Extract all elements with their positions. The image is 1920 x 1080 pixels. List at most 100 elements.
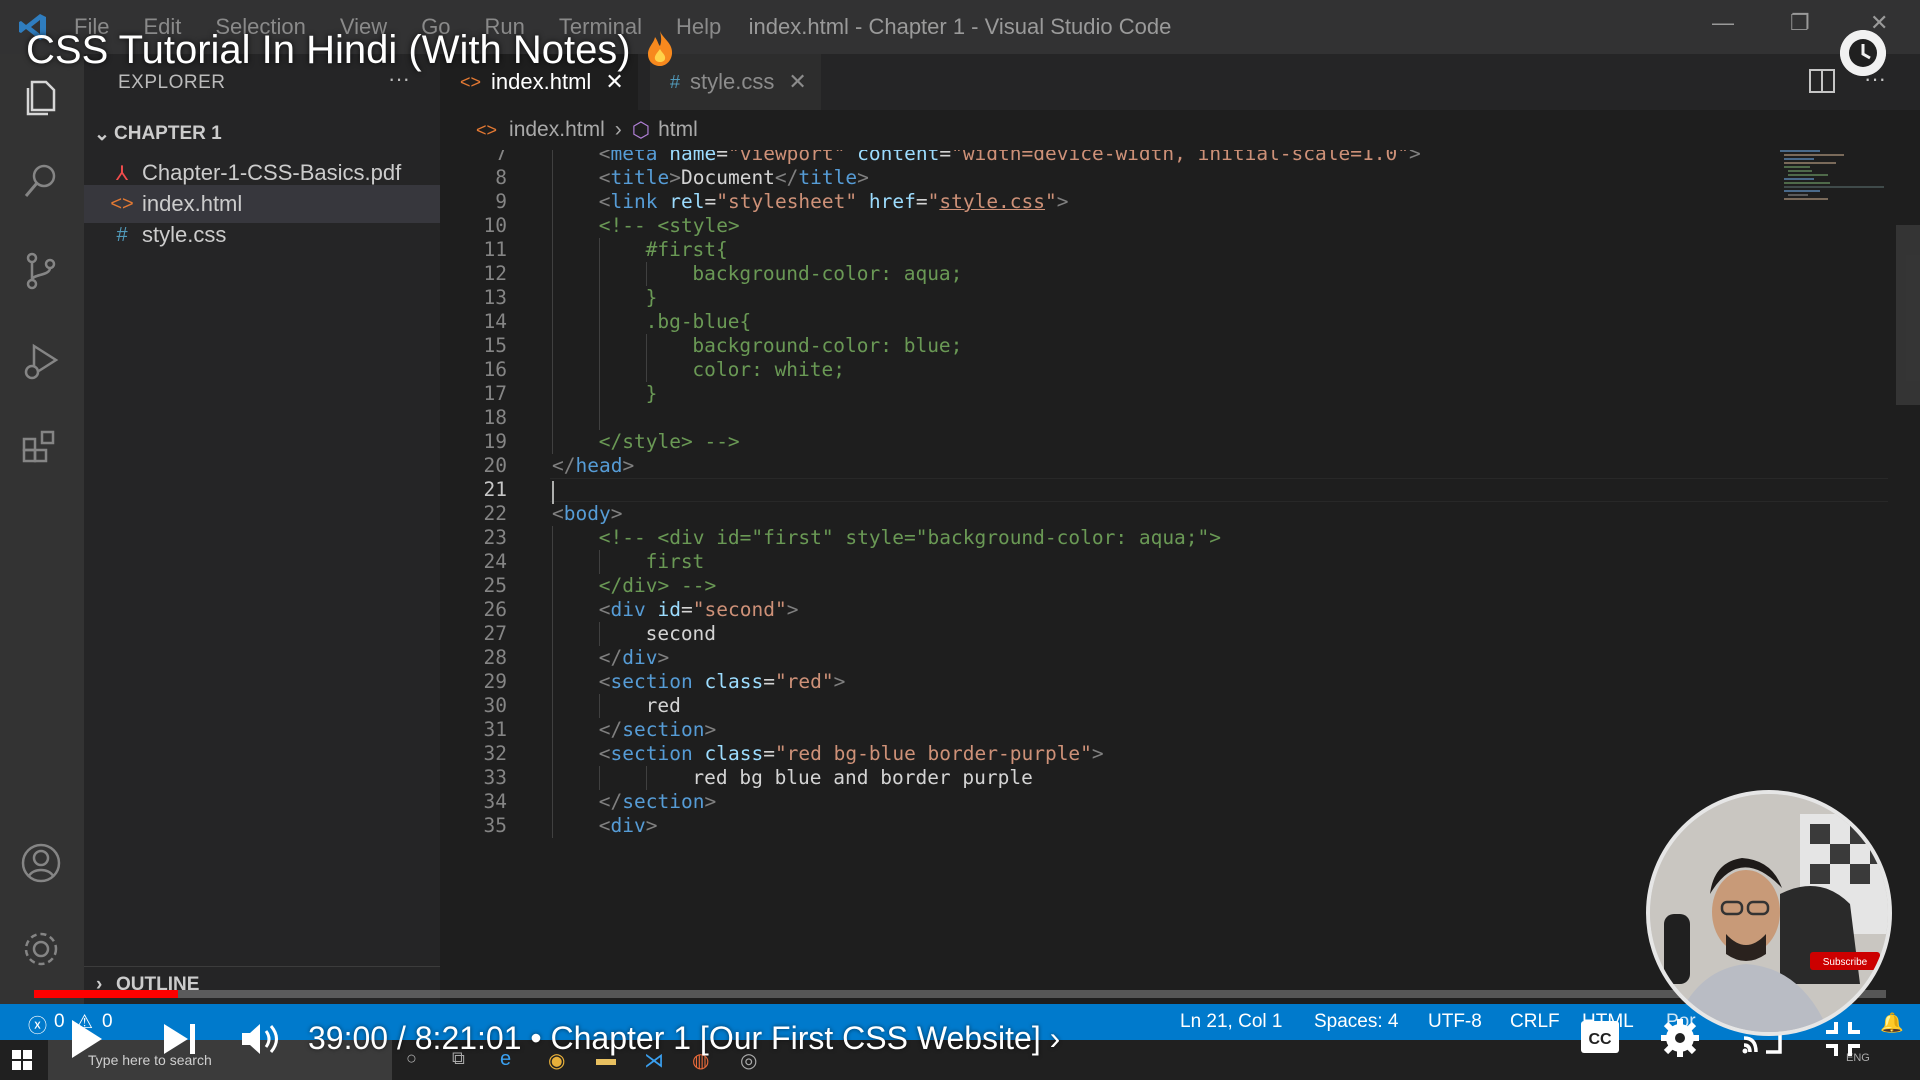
- code-line[interactable]: 30 red: [440, 694, 1780, 718]
- indent-guide: [552, 262, 553, 286]
- search-icon[interactable]: [18, 158, 64, 204]
- code-text: background-color: aqua;: [692, 262, 962, 286]
- token-com: .bg-blue{: [645, 310, 752, 333]
- token-br: <: [598, 150, 611, 165]
- token-tag: link: [610, 190, 658, 213]
- code-line[interactable]: 8 <title>Document</title>: [440, 166, 1780, 190]
- code-text: }: [646, 286, 658, 310]
- code-text: <meta name="viewport" content="width=dev…: [599, 150, 1421, 166]
- source-control-icon[interactable]: [18, 248, 64, 294]
- code-line[interactable]: 25 </div> -->: [440, 574, 1780, 598]
- code-line[interactable]: 18: [440, 406, 1780, 430]
- video-progress-bar[interactable]: [34, 990, 1886, 998]
- vertical-scrollbar[interactable]: [1896, 225, 1920, 405]
- code-text: red bg blue and border purple: [692, 766, 1032, 790]
- tab-style-css[interactable]: # style.css ✕: [650, 54, 821, 110]
- settings-gear-icon[interactable]: [18, 926, 64, 972]
- code-line[interactable]: 28 </div>: [440, 646, 1780, 670]
- code-line[interactable]: 21: [440, 478, 1888, 504]
- code-line[interactable]: 10 <!-- <style>: [440, 214, 1780, 238]
- chapter-title[interactable]: Chapter 1 [Our First CSS Website]: [551, 1020, 1041, 1056]
- subscribe-label[interactable]: Subscribe: [1823, 957, 1868, 968]
- account-icon[interactable]: [18, 840, 64, 886]
- code-line[interactable]: 24 first: [440, 550, 1780, 574]
- split-editor-icon[interactable]: [1808, 68, 1836, 94]
- next-video-icon[interactable]: [162, 1022, 198, 1056]
- breadcrumb-node[interactable]: html: [658, 118, 698, 142]
- chapter-arrow-icon[interactable]: ›: [1050, 1020, 1061, 1056]
- indent-guide: [552, 334, 553, 358]
- code-line[interactable]: 27 second: [440, 622, 1780, 646]
- pdf-icon: ⅄: [115, 162, 129, 185]
- token-com: background-color: blue;: [692, 334, 963, 357]
- closed-captions-icon[interactable]: CC: [1580, 1020, 1620, 1054]
- code-line[interactable]: 32 <section class="red bg-blue border-pur…: [440, 742, 1780, 766]
- code-text: red: [646, 694, 681, 718]
- indent-guide: [598, 238, 600, 262]
- token-br: >: [669, 166, 681, 189]
- token-attr: id: [657, 598, 682, 621]
- code-line[interactable]: 26 <div id="second">: [440, 598, 1780, 622]
- code-line[interactable]: 11 #first{: [440, 238, 1780, 262]
- exit-fullscreen-icon[interactable]: [1824, 1020, 1862, 1058]
- code-text: <!-- <div id="first" style="background-c…: [599, 526, 1221, 550]
- run-debug-icon[interactable]: [18, 338, 64, 384]
- code-line[interactable]: 29 <section class="red">: [440, 670, 1780, 694]
- token-br: >: [622, 454, 635, 477]
- code-line[interactable]: 12 background-color: aqua;: [440, 262, 1780, 286]
- element-node-icon: ⬡: [631, 118, 651, 142]
- indent-guide: [552, 766, 553, 790]
- code-text: <body>: [552, 502, 622, 526]
- tab-label: style.css: [690, 69, 775, 94]
- indent-guide: [552, 526, 553, 550]
- line-number: 7: [495, 150, 507, 165]
- breadcrumb-file[interactable]: index.html: [509, 118, 605, 142]
- code-line[interactable]: 15 background-color: blue;: [440, 334, 1780, 358]
- restore-icon[interactable]: ❐: [1790, 10, 1810, 36]
- indent-guide: [598, 310, 600, 334]
- line-number: 8: [495, 166, 507, 189]
- play-icon[interactable]: [66, 1018, 106, 1060]
- indent-guide: [552, 670, 553, 694]
- code-line[interactable]: 35 <div>: [440, 814, 1780, 838]
- code-line[interactable]: 31 </section>: [440, 718, 1780, 742]
- code-line[interactable]: 7 <meta name="viewport" content="width=de…: [440, 150, 1780, 166]
- code-line[interactable]: 20 </head>: [440, 454, 1780, 478]
- file-label: index.html: [142, 191, 243, 216]
- minimize-icon[interactable]: —: [1712, 10, 1734, 36]
- video-time-and-chapter[interactable]: 39:00 / 8:21:01 • Chapter 1 [Our First C…: [308, 1020, 1060, 1057]
- settings-icon[interactable]: [1660, 1018, 1700, 1058]
- minimap[interactable]: [1780, 150, 1900, 250]
- token-com: <!-- <div id="first" style="background-c…: [598, 526, 1222, 549]
- volume-icon[interactable]: [240, 1020, 282, 1058]
- code-line[interactable]: 17}: [440, 382, 1780, 406]
- time-separator: •: [530, 1020, 542, 1056]
- indent-guide: [552, 718, 553, 742]
- code-line[interactable]: 22 <body>: [440, 502, 1780, 526]
- line-number: 12: [483, 262, 507, 285]
- folder-chapter-1[interactable]: ⌄ CHAPTER 1: [84, 116, 440, 152]
- code-line[interactable]: 13}: [440, 286, 1780, 310]
- breadcrumb-separator: ›: [614, 118, 622, 141]
- watch-later-icon[interactable]: [1840, 30, 1886, 76]
- code-line[interactable]: 19 </style> -->: [440, 430, 1780, 454]
- code-line[interactable]: 34 </section>: [440, 790, 1780, 814]
- code-line[interactable]: 16 color: white;: [440, 358, 1780, 382]
- close-tab-icon[interactable]: ✕: [788, 69, 806, 95]
- activity-bar: [0, 54, 84, 1004]
- code-line[interactable]: 23 <!-- <div id="first" style="background…: [440, 526, 1780, 550]
- code-line[interactable]: 9 <link rel="stylesheet" href="style.css"…: [440, 190, 1780, 214]
- indent-guide: [552, 550, 553, 574]
- token-str: "stylesheet": [716, 190, 858, 213]
- code-line[interactable]: 33 red bg blue and border purple: [440, 766, 1780, 790]
- token-txt: =: [763, 742, 775, 765]
- file-item[interactable]: # style.css: [84, 216, 440, 254]
- code-line[interactable]: 14 .bg-blue{: [440, 310, 1780, 334]
- extensions-icon[interactable]: [18, 428, 64, 474]
- token-com: </style> -->: [598, 430, 740, 453]
- token-str: ": [927, 190, 940, 213]
- explorer-icon[interactable]: [18, 74, 64, 120]
